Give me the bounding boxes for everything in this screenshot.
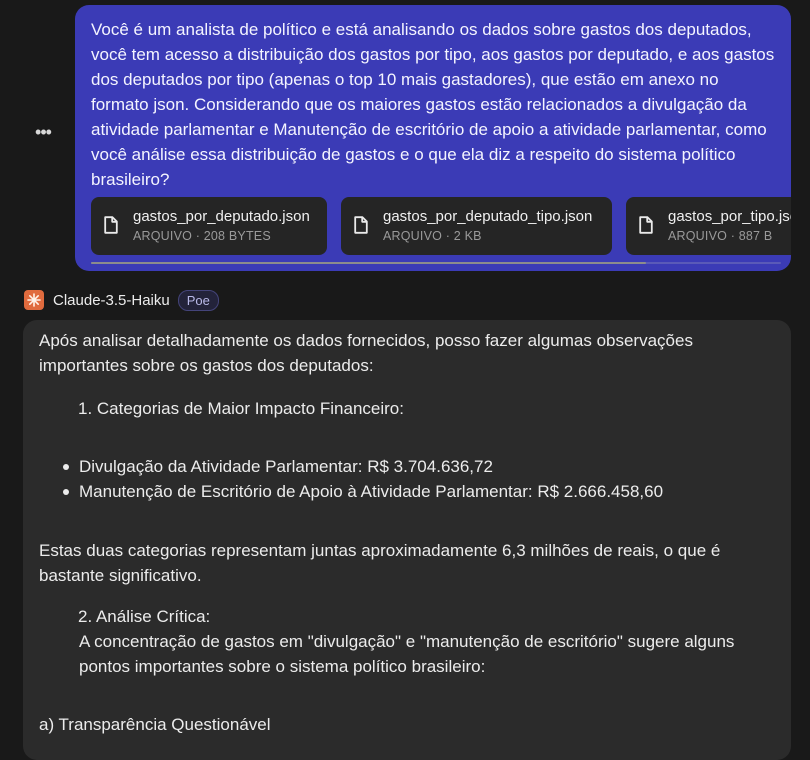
user-message-bubble: Você é um analista de político e está an… (75, 5, 791, 271)
list-item-heading-2: 2. Análise Crítica: (78, 607, 211, 626)
attachment-scrollbar[interactable] (91, 262, 781, 264)
claude-logo-icon (24, 290, 44, 310)
bot-message-bubble: Após analisar detalhadamente os dados fo… (23, 320, 791, 760)
attachment-meta: ARQUIVO · 887 B (668, 229, 773, 243)
attachment-meta: ARQUIVO · 208 BYTES (133, 229, 271, 243)
list-item-heading-1: 1. Categorias de Maior Impacto Financeir… (78, 399, 404, 418)
attachment-scrollbar-thumb[interactable] (91, 262, 646, 264)
attachment-card[interactable]: gastos_por_tipo.json ARQUIVO · 887 B (626, 197, 791, 255)
bot-name[interactable]: Claude-3.5-Haiku (53, 292, 170, 309)
message-more-button[interactable]: ••• (33, 123, 53, 146)
attachment-meta: ARQUIVO · 2 KB (383, 229, 482, 243)
attachment-list: gastos_por_deputado.json ARQUIVO · 208 B… (91, 197, 791, 259)
list-item: Manutenção de Escritório de Apoio à Ativ… (39, 479, 779, 504)
bot-header: Claude-3.5-Haiku Poe (24, 289, 219, 311)
attachment-card[interactable]: gastos_por_deputado_tipo.json ARQUIVO · … (341, 197, 612, 255)
list-item: Divulgação da Atividade Parlamentar: R$ … (39, 454, 779, 479)
subitem-a: a) Transparência Questionável (39, 715, 271, 734)
file-icon (104, 216, 118, 234)
bullet-list: Divulgação da Atividade Parlamentar: R$ … (39, 454, 779, 504)
poe-badge: Poe (177, 289, 219, 311)
attachment-card[interactable]: gastos_por_deputado.json ARQUIVO · 208 B… (91, 197, 327, 255)
user-message-text: Você é um analista de político e está an… (91, 20, 779, 189)
attachment-name: gastos_por_tipo.json (668, 208, 791, 225)
file-icon (354, 216, 368, 234)
attachment-name: gastos_por_deputado.json (133, 208, 310, 225)
file-icon (639, 216, 653, 234)
bot-summary: Estas duas categorias representam juntas… (39, 541, 721, 585)
attachment-name: gastos_por_deputado_tipo.json (383, 208, 593, 225)
bot-intro: Após analisar detalhadamente os dados fo… (39, 331, 693, 375)
list-item-body-2: A concentração de gastos em "divulgação"… (79, 632, 735, 676)
